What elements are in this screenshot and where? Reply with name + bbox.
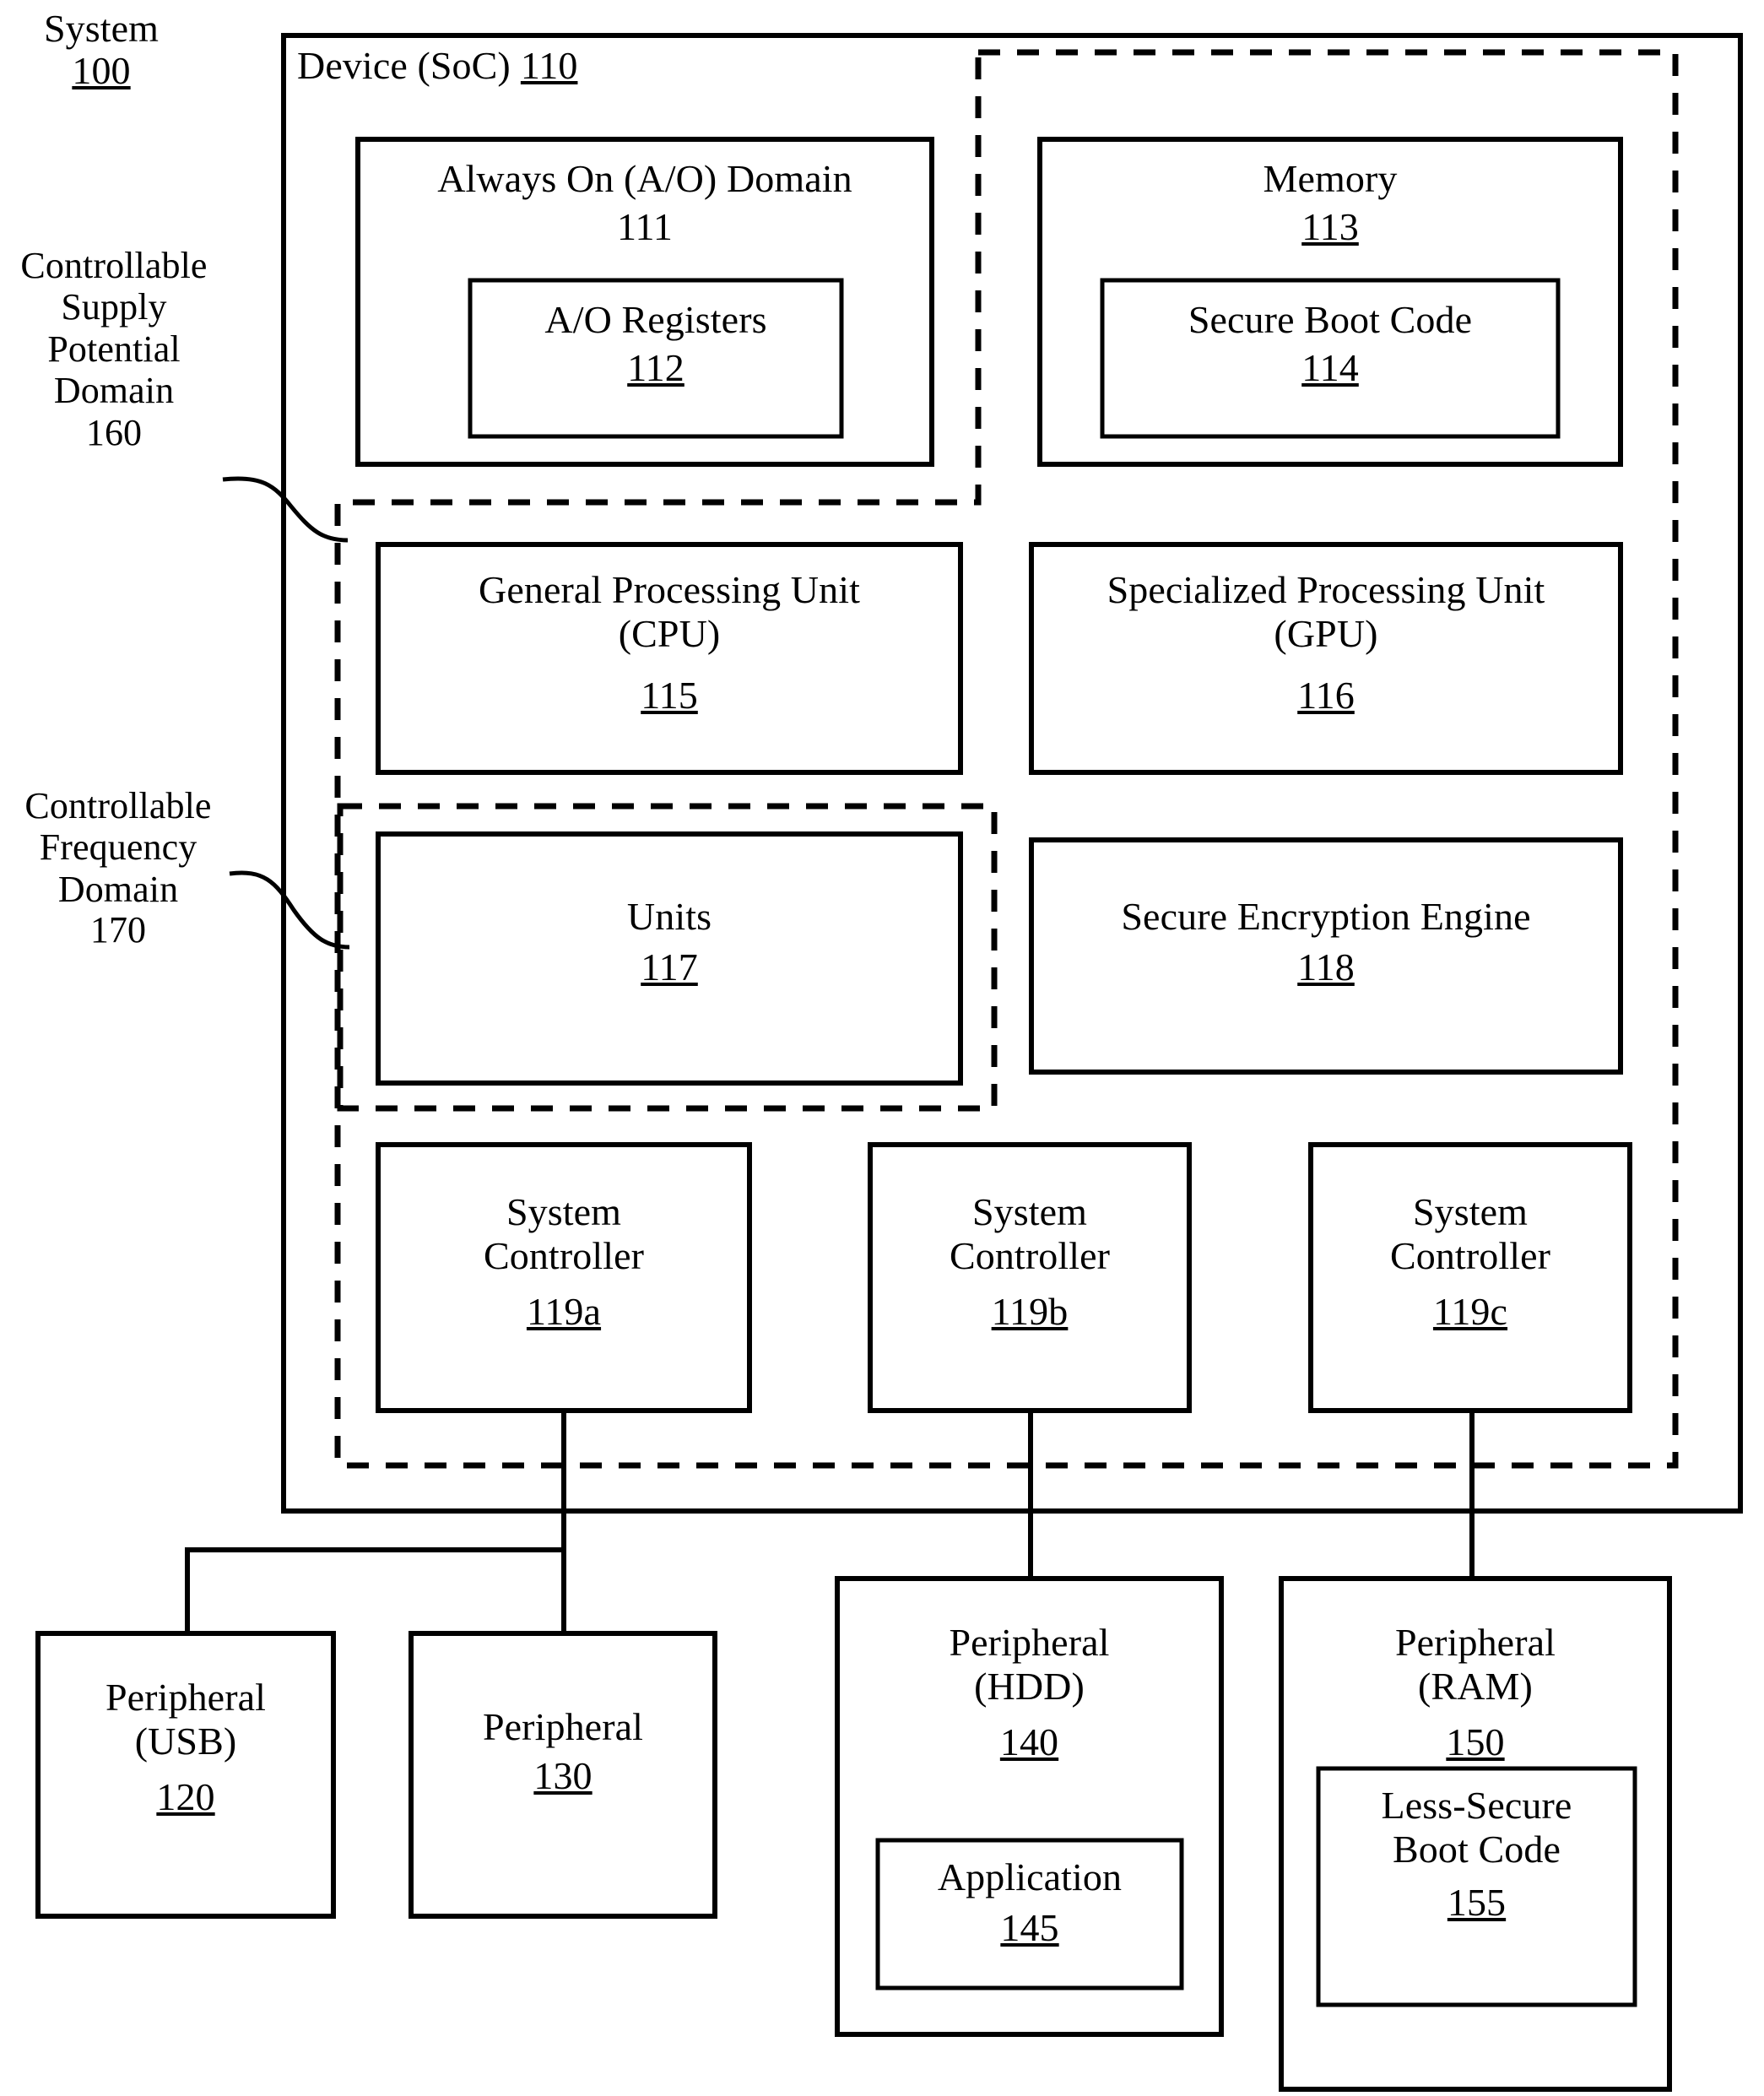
application-ref: 145 — [1000, 1906, 1059, 1949]
peripheral-usb-ref: 120 — [156, 1775, 215, 1818]
peripheral-ram-label: Peripheral (RAM) — [1281, 1621, 1669, 1708]
system-controller-b-name: System Controller — [949, 1190, 1111, 1277]
secure-encryption-engine-name: Secure Encryption Engine — [1121, 895, 1531, 938]
peripheral-130-label: Peripheral — [411, 1705, 715, 1749]
soc-title-name: Device (SoC) — [297, 44, 511, 87]
supply-potential-domain-ref: 160 — [85, 412, 143, 453]
patent-figure: System 100 Device (SoC) 110 Controllable … — [0, 0, 1764, 2096]
units-label: Units — [378, 895, 960, 939]
system-controller-a-label: System Controller — [378, 1190, 749, 1277]
peripheral-hdd-name: Peripheral (HDD) — [949, 1621, 1110, 1708]
system-controller-a-ref: 119a — [526, 1290, 602, 1333]
soc-ref: 110 — [520, 44, 578, 87]
peripheral-ram-ref: 150 — [1446, 1720, 1505, 1763]
peripheral-ram-name: Peripheral (RAM) — [1394, 1621, 1556, 1708]
application-label: Application — [878, 1855, 1182, 1899]
system-controller-c-name: System Controller — [1389, 1190, 1551, 1277]
secure-encryption-engine-ref: 118 — [1297, 945, 1355, 988]
ao-registers-name: A/O Registers — [544, 298, 767, 341]
memory-ref: 113 — [1301, 205, 1359, 248]
memory-label: Memory — [1040, 157, 1621, 201]
peripheral-hdd-label: Peripheral (HDD) — [837, 1621, 1221, 1708]
system-controller-c-label: System Controller — [1311, 1190, 1630, 1277]
supply-potential-domain-label: Controllable Supply Potential Domain — [0, 245, 228, 411]
peripheral-130-name: Peripheral — [482, 1705, 644, 1748]
application-name: Application — [937, 1855, 1123, 1898]
system-controller-b-ref: 119b — [991, 1290, 1069, 1333]
system-controller-c-ref: 119c — [1432, 1290, 1508, 1333]
peripheral-hdd-ref: 140 — [999, 1720, 1059, 1763]
secure-boot-code-label: Secure Boot Code — [1102, 298, 1558, 342]
peripheral-130-ref: 130 — [533, 1754, 593, 1797]
system-label-name: System — [43, 7, 160, 50]
supply-potential-domain-name: Controllable Supply Potential Domain — [20, 245, 208, 411]
peripheral-usb-name: Peripheral (USB) — [105, 1676, 267, 1763]
units-ref: 117 — [641, 945, 698, 988]
ao-domain-name: Always On (A/O) Domain — [437, 157, 852, 200]
leader-line-frequency-domain — [229, 870, 350, 950]
memory-name: Memory — [1263, 157, 1398, 200]
cpu-ref: 115 — [641, 674, 698, 717]
frequency-domain-name: Controllable Frequency Domain — [24, 785, 212, 910]
units-name: Units — [626, 895, 712, 938]
ao-domain-label: Always On (A/O) Domain — [358, 157, 932, 201]
system-controller-b-label: System Controller — [870, 1190, 1189, 1277]
system-controller-a-name: System Controller — [483, 1190, 645, 1277]
system-controller-c-rect — [1308, 1142, 1632, 1413]
system-controller-a-rect — [376, 1142, 752, 1413]
ao-registers-ref: 112 — [627, 346, 684, 389]
less-secure-boot-code-label: Less-Secure Boot Code — [1318, 1784, 1635, 1871]
cpu-label: General Processing Unit (CPU) — [378, 568, 960, 655]
secure-boot-code-name: Secure Boot Code — [1188, 298, 1473, 341]
connector-branch-to-usb — [185, 1547, 566, 1636]
gpu-label: Specialized Processing Unit (GPU) — [1031, 568, 1621, 655]
less-secure-boot-code-ref: 155 — [1447, 1881, 1507, 1924]
secure-encryption-engine-label: Secure Encryption Engine — [1031, 895, 1621, 939]
frequency-domain-label: Controllable Frequency Domain — [0, 785, 236, 910]
less-secure-boot-code-name: Less-Secure Boot Code — [1381, 1784, 1572, 1871]
system-label: System — [17, 7, 186, 51]
gpu-ref: 116 — [1297, 674, 1355, 717]
ao-domain-ref: 111 — [617, 205, 673, 248]
gpu-name: Specialized Processing Unit (GPU) — [1107, 568, 1545, 655]
peripheral-usb-label: Peripheral (USB) — [38, 1676, 333, 1763]
system-ref: 100 — [72, 49, 131, 92]
secure-boot-code-ref: 114 — [1301, 346, 1359, 389]
cpu-name: General Processing Unit (CPU) — [479, 568, 860, 655]
system-controller-b-rect — [868, 1142, 1192, 1413]
ao-registers-label: A/O Registers — [470, 298, 841, 342]
soc-title: Device (SoC) 110 — [297, 44, 677, 88]
frequency-domain-ref: 170 — [89, 909, 147, 951]
